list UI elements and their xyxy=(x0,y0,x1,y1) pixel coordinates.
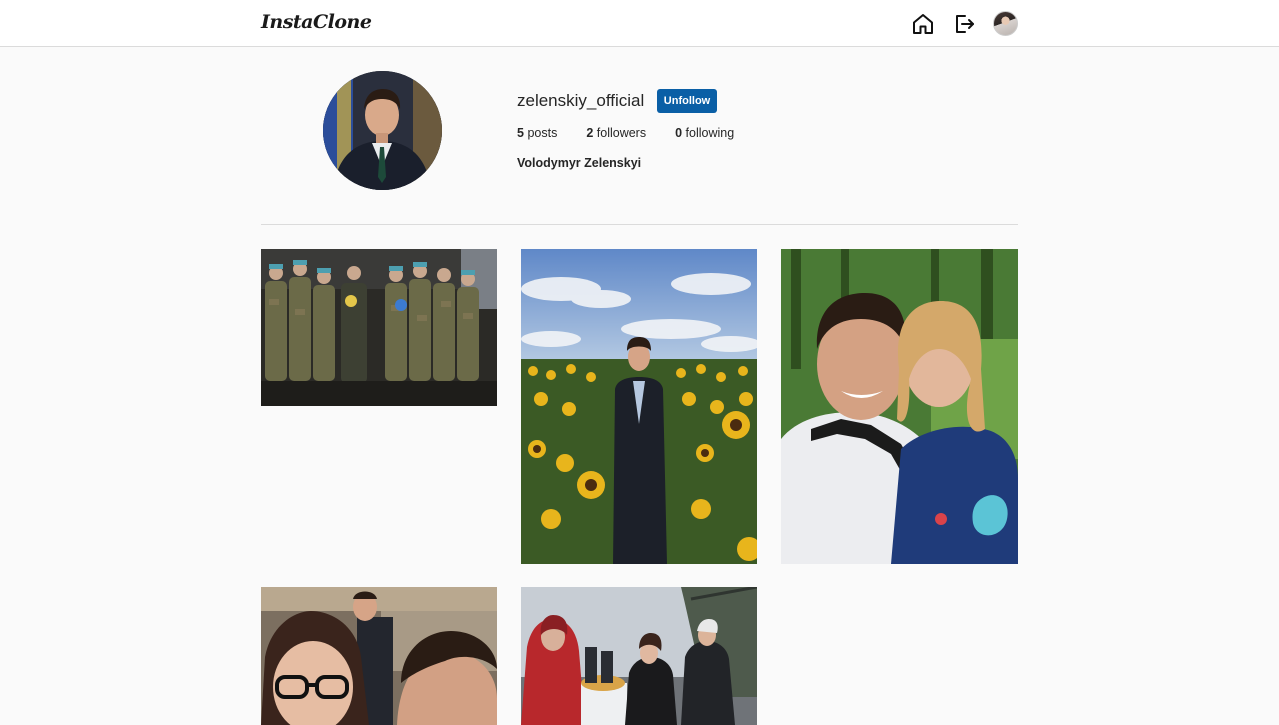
profile-divider xyxy=(261,224,1018,225)
post-thumbnail[interactable] xyxy=(261,249,497,406)
profile-username: zelenskiy_official xyxy=(517,91,645,110)
unfollow-button[interactable]: Unfollow xyxy=(657,89,717,113)
profile-full-name: Volodymyr Zelenskyi xyxy=(517,156,642,170)
top-navbar: InstaClone xyxy=(0,0,1279,47)
stat-posts: 5 posts xyxy=(517,126,557,140)
home-icon[interactable] xyxy=(911,12,935,36)
app-logo[interactable]: InstaClone xyxy=(261,11,372,33)
stat-followers-label: followers xyxy=(596,126,647,140)
user-avatar[interactable] xyxy=(993,11,1018,36)
stat-followers-count: 2 xyxy=(586,126,597,140)
stat-posts-count: 5 xyxy=(517,126,528,140)
profile-stats: 5 posts 2 followers 0 following xyxy=(517,126,763,140)
profile-picture xyxy=(323,71,442,190)
stat-followers[interactable]: 2 followers xyxy=(586,126,646,140)
post-thumbnail[interactable] xyxy=(521,587,757,725)
stat-posts-label: posts xyxy=(527,126,558,140)
logout-icon[interactable] xyxy=(952,12,976,36)
stat-following-label: following xyxy=(685,126,735,140)
stat-following-count: 0 xyxy=(675,126,686,140)
post-thumbnail[interactable] xyxy=(261,587,497,725)
post-thumbnail[interactable] xyxy=(781,249,1018,564)
post-thumbnail[interactable] xyxy=(521,249,757,564)
stat-following[interactable]: 0 following xyxy=(675,126,734,140)
